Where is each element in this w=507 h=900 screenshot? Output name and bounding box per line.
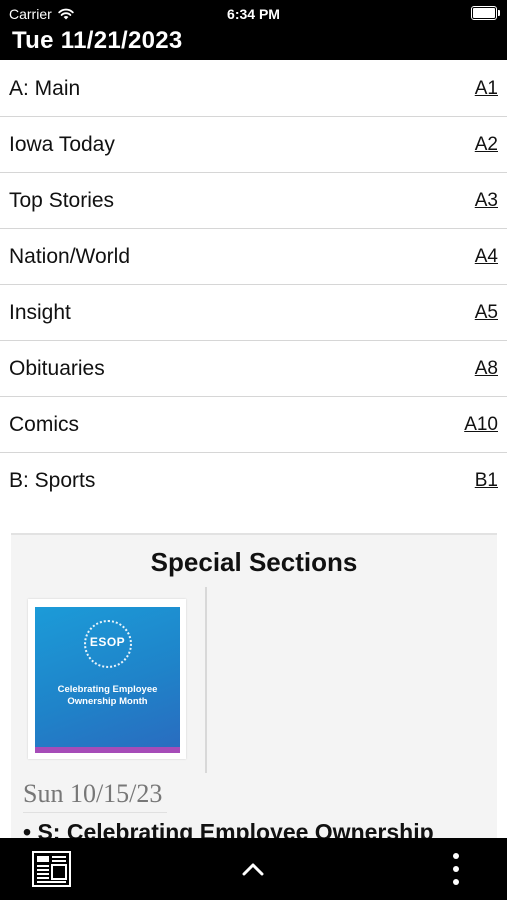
section-page-link[interactable]: A2 <box>475 134 498 156</box>
section-name: Top Stories <box>9 188 115 212</box>
bottom-toolbar <box>0 838 507 900</box>
section-page-link[interactable]: A1 <box>475 78 498 100</box>
section-row-top-stories[interactable]: Top Stories A3 <box>0 173 507 229</box>
section-page-link[interactable]: A5 <box>475 302 498 324</box>
section-row-comics[interactable]: Comics A10 <box>0 397 507 453</box>
section-name: Comics <box>9 412 80 436</box>
section-name: B: Sports <box>9 469 96 492</box>
special-sections-title: Special Sections <box>150 547 358 577</box>
section-page-link[interactable]: A10 <box>464 414 498 436</box>
cover-footer-strip <box>35 747 180 753</box>
battery-icon <box>471 6 500 20</box>
date-divider <box>23 812 167 813</box>
section-page-link[interactable]: B1 <box>475 470 498 492</box>
section-name: Iowa Today <box>9 132 115 156</box>
section-page-link[interactable]: A8 <box>475 358 498 380</box>
cover-headline-line1: Celebrating Employee <box>57 684 158 695</box>
more-vertical-icon[interactable] <box>453 853 459 885</box>
section-row-iowa-today[interactable]: Iowa Today A2 <box>0 117 507 173</box>
section-row-a-main[interactable]: A: Main A1 <box>0 61 507 117</box>
cover-headline-line2: Ownership Month <box>67 696 148 707</box>
section-name: A: Main <box>9 76 81 100</box>
esop-cover-image: ESOP Celebrating Employee Ownership Mont… <box>35 607 180 753</box>
special-section-thumbnail[interactable]: ESOP Celebrating Employee Ownership Mont… <box>28 599 186 759</box>
section-row-nation-world[interactable]: Nation/World A4 <box>0 229 507 285</box>
section-name: Insight <box>9 300 71 324</box>
special-sections-panel: Special Sections ESOP Celebrating Employ… <box>11 533 497 853</box>
status-time: 6:34 PM <box>227 6 280 22</box>
esop-logo-text: ESOP <box>89 635 126 649</box>
section-name: Nation/World <box>9 244 130 268</box>
edition-date-title: Tue 11/21/2023 <box>12 27 183 54</box>
section-row-insight[interactable]: Insight A5 <box>0 285 507 341</box>
section-page-link[interactable]: A3 <box>475 190 498 212</box>
section-list: A: Main A1 Iowa Today A2 Top Stories A3 … <box>0 61 507 509</box>
newspaper-icon[interactable] <box>32 851 71 887</box>
section-name: Obituaries <box>9 356 105 380</box>
chevron-up-icon[interactable] <box>241 861 265 877</box>
status-bar: Carrier 6:34 PM Tue 11/21/2023 <box>0 0 507 60</box>
thumbnail-divider <box>205 587 207 773</box>
section-page-link[interactable]: A4 <box>475 246 498 268</box>
section-row-b-sports[interactable]: B: Sports B1 <box>0 453 507 509</box>
section-row-obituaries[interactable]: Obituaries A8 <box>0 341 507 397</box>
special-section-date: Sun 10/15/23 <box>23 779 163 808</box>
